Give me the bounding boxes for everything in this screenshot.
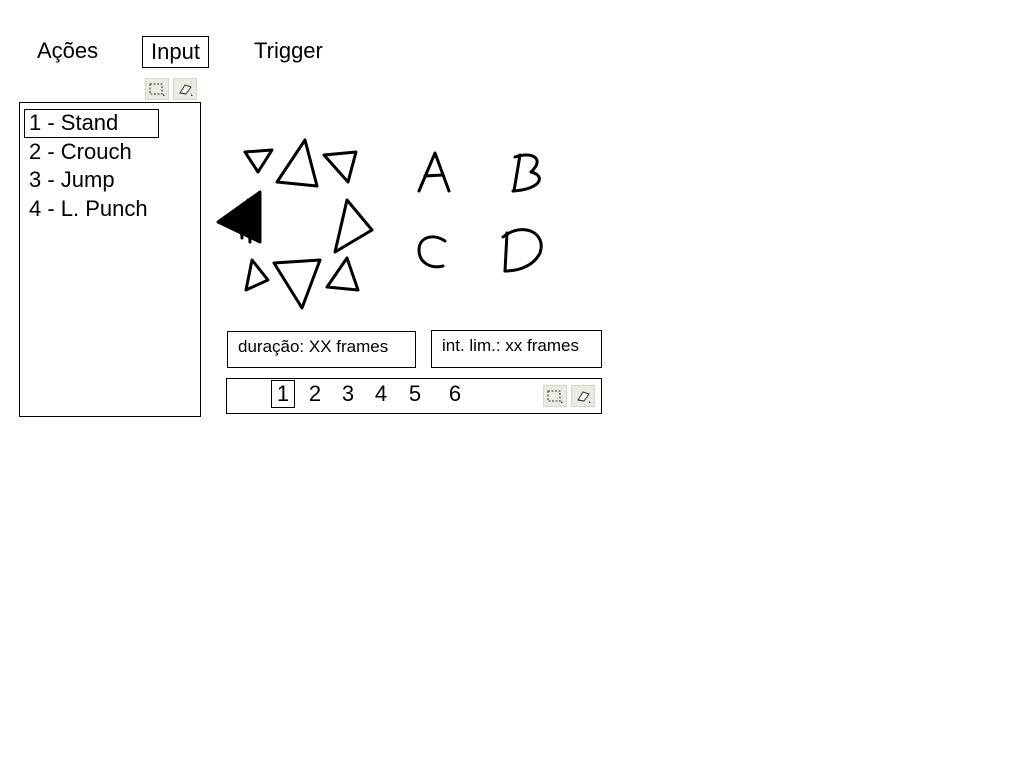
- tab-input[interactable]: Input: [142, 36, 209, 68]
- direction-down-right-icon[interactable]: [325, 256, 360, 292]
- direction-pad: [216, 138, 374, 310]
- tab-trigger[interactable]: Trigger: [254, 36, 323, 66]
- frame-item[interactable]: 5: [404, 381, 426, 407]
- frame-item[interactable]: 6: [444, 381, 466, 407]
- frame-item[interactable]: 3: [337, 381, 359, 407]
- button-c[interactable]: [417, 235, 447, 269]
- button-d[interactable]: [501, 228, 543, 273]
- eraser-tool-button[interactable]: [173, 78, 197, 100]
- interval-limit-field[interactable]: int. lim.: xx frames: [431, 330, 602, 368]
- frame-eraser-tool-button[interactable]: [571, 385, 595, 407]
- action-item[interactable]: 2 - Crouch: [20, 138, 200, 167]
- tab-label: Trigger: [254, 38, 323, 63]
- direction-up-left-icon[interactable]: [243, 148, 274, 174]
- direction-right-icon[interactable]: [333, 198, 374, 254]
- actions-list[interactable]: 1 - Stand 2 - Crouch 3 - Jump 4 - L. Pun…: [19, 102, 201, 417]
- frame-select-tool-button[interactable]: [543, 385, 567, 407]
- frame-item[interactable]: 2: [304, 381, 326, 407]
- duration-label: duração: XX frames: [238, 337, 389, 356]
- direction-left-icon[interactable]: [216, 190, 262, 244]
- eraser-icon: [577, 391, 591, 403]
- interval-limit-label: int. lim.: xx frames: [442, 336, 579, 355]
- select-tool-button[interactable]: [145, 78, 169, 100]
- direction-up-right-icon[interactable]: [322, 150, 358, 184]
- frames-timeline: 1 2 3 4 5 6: [226, 378, 602, 414]
- attack-buttons: [417, 151, 543, 273]
- direction-down-left-icon[interactable]: [244, 258, 270, 292]
- tab-label: Ações: [37, 38, 99, 63]
- tab-label: Input: [151, 39, 200, 64]
- tab-acoes[interactable]: Ações: [37, 36, 98, 66]
- direction-up-icon[interactable]: [275, 138, 319, 188]
- action-item[interactable]: 3 - Jump: [20, 166, 200, 195]
- frame-item[interactable]: 1: [271, 380, 295, 408]
- action-item[interactable]: 1 - Stand: [24, 109, 159, 138]
- button-a[interactable]: [417, 151, 451, 193]
- button-b[interactable]: [511, 153, 541, 193]
- action-item[interactable]: 4 - L. Punch: [20, 195, 200, 224]
- frame-item[interactable]: 4: [370, 381, 392, 407]
- select-icon: [149, 83, 165, 96]
- duration-field[interactable]: duração: XX frames: [227, 331, 416, 368]
- direction-down-icon[interactable]: [272, 258, 322, 310]
- eraser-icon: [179, 84, 193, 96]
- select-icon: [547, 390, 563, 403]
